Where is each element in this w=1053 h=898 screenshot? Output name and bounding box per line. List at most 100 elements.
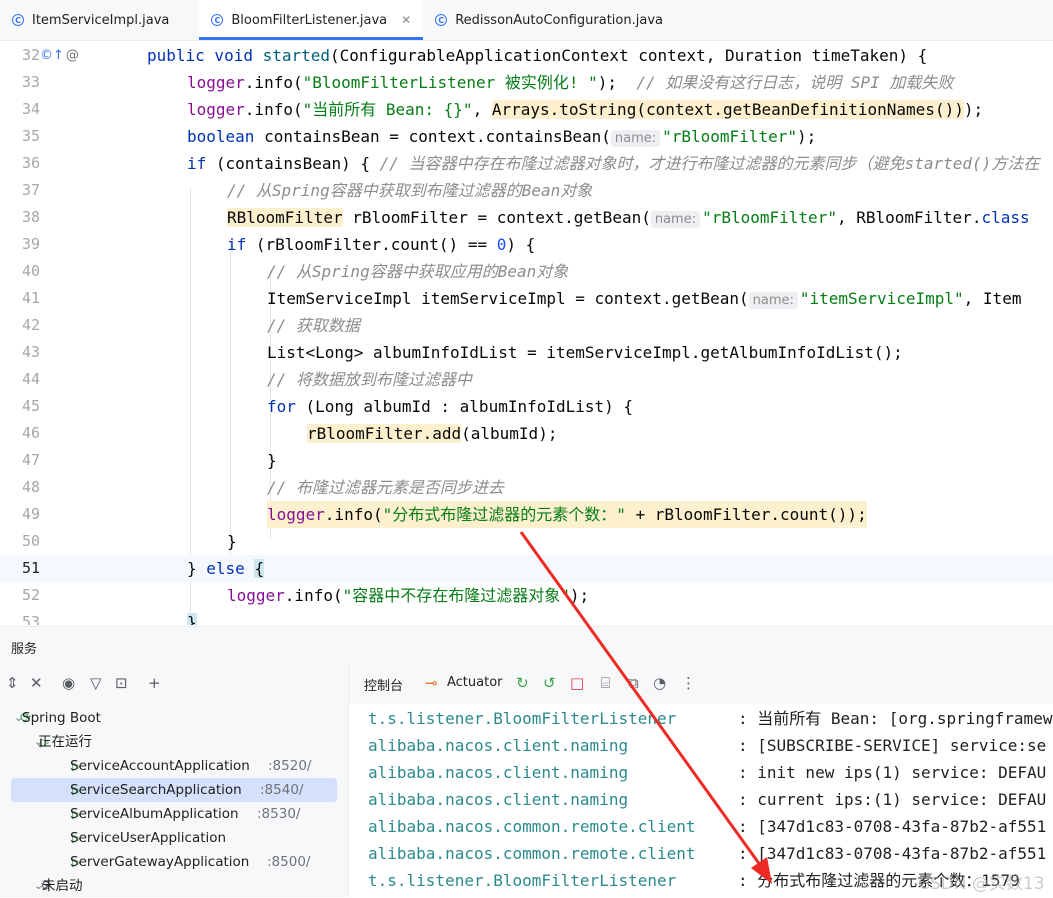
line-number: 50 — [21, 532, 40, 550]
parameter-hint: name: — [748, 292, 798, 309]
stop-icon[interactable]: □ — [570, 674, 584, 692]
app-port-link[interactable]: :8520/ — [268, 754, 311, 778]
code-token: .info( — [244, 73, 303, 92]
line-number: 34 — [21, 100, 40, 118]
code-line: 40 // 从Spring容器中获取应用的Bean对象 — [0, 258, 1053, 285]
highlighted-code: rBloomFilter.add — [307, 424, 462, 443]
log-message: : [347d1c83-0708-43fa-87b2-af551 — [738, 817, 1047, 836]
line-number: 44 — [21, 370, 40, 388]
implementation-icon[interactable]: ©↑ — [40, 48, 64, 63]
filter-icon[interactable]: ▽ — [90, 674, 102, 692]
more-options-icon[interactable]: ⋮ — [681, 674, 696, 692]
dashboard-icon[interactable]: ◔ — [653, 674, 666, 692]
log-message: : [347d1c83-0708-43fa-87b2-af551 — [738, 844, 1047, 863]
code-token: logger — [227, 586, 285, 605]
override-gutter-icons[interactable]: ©↑ @ — [40, 42, 79, 69]
line-number: 41 — [21, 289, 40, 307]
code-token: class — [981, 208, 1030, 227]
code-token: List<Long> albumInfoIdList = itemService… — [267, 343, 903, 362]
tree-node-app[interactable]: ▷ ServerGatewayApplication :8500/ — [0, 850, 348, 874]
code-token: ); — [597, 73, 637, 92]
line-number: 37 — [21, 181, 40, 199]
app-port-link[interactable]: :8530/ — [257, 802, 300, 826]
code-token: ) { — [506, 235, 536, 254]
log-message: : 当前所有 Bean: [org.springframew — [738, 709, 1053, 728]
line-number: 48 — [21, 478, 40, 496]
annotation-icon: @ — [65, 48, 79, 63]
log-message: : current ips:(1) service: DEFAU — [738, 790, 1047, 809]
tab-label: RedissonAutoConfiguration.java — [455, 12, 663, 28]
code-line: 37 // 从Spring容器中获取到布隆过滤器的Bean对象 — [0, 177, 1053, 204]
code-line: 36 if (containsBean) { // 当容器中存在布隆过滤器对象时… — [0, 150, 1053, 177]
code-token: for — [267, 397, 296, 416]
code-line: 34 logger.info("当前所有 Bean: {}", Arrays.t… — [0, 96, 1053, 123]
eye-icon[interactable]: ◉ — [62, 674, 75, 692]
code-token: ); — [796, 127, 817, 146]
code-token: boolean — [187, 127, 255, 146]
console-toolbar: 控制台 ⊸ Actuator ↻ ↺ □ ⌸ ⧉ ◔ ⋮ — [348, 664, 1053, 707]
tab-label: ItemServiceImpl.java — [32, 12, 170, 28]
highlighted-code: RBloomFilter — [227, 208, 343, 227]
code-token: "rBloomFilter" — [702, 208, 837, 227]
code-line: 46 rBloomFilter.add(albumId); — [0, 420, 1053, 447]
code-comment: // 将数据放到布隆过滤器中 — [267, 370, 472, 389]
code-token: containsBean = context.containsBean( — [254, 127, 611, 146]
code-comment: // 从Spring容器中获取应用的Bean对象 — [267, 262, 569, 281]
tree-node-app[interactable]: ▷ ServiceAccountApplication :8520/ — [0, 754, 348, 778]
app-name: ServiceAccountApplication — [70, 758, 250, 774]
tab-bloomfilterlistener[interactable]: C BloomFilterListener.java ✕ — [199, 0, 424, 40]
line-number: 49 — [21, 505, 40, 523]
code-line: 41 ItemServiceImpl itemServiceImpl = con… — [0, 285, 1053, 312]
tree-node-app[interactable]: ▷ ServiceAlbumApplication :8530/ — [0, 802, 348, 826]
matched-brace: } — [187, 613, 197, 625]
code-line: 32 ©↑ @ public void started(Configurable… — [0, 42, 1053, 69]
log-source: t.s.listener.BloomFilterListener — [368, 871, 677, 890]
code-token: .info( — [244, 100, 303, 119]
log-source: alibaba.nacos.common.remote.client — [368, 817, 696, 836]
console-output[interactable]: t.s.listener.BloomFilterListener : 当前所有 … — [348, 704, 1053, 897]
tree-node-not-started[interactable]: ⌄ ⚙ 未启动 — [0, 874, 348, 898]
tree-node-spring-boot[interactable]: ⌄ ⟳ Spring Boot — [0, 706, 348, 730]
app-port-link[interactable]: :8500/ — [267, 850, 310, 874]
close-icon[interactable]: ✕ — [401, 13, 411, 27]
services-tree: ⌄ ⟳ Spring Boot ⌄ ▷ 正在运行 ▷ ServiceAccoun… — [0, 704, 348, 897]
new-group-icon[interactable]: ⊡ — [115, 674, 128, 692]
code-token: public void — [147, 46, 263, 65]
add-icon[interactable]: + — [148, 674, 161, 692]
code-comment: // 获取数据 — [267, 316, 360, 335]
tree-node-app[interactable]: ▷ ServiceUserApplication — [0, 826, 348, 850]
app-port-link[interactable]: :8540/ — [260, 778, 303, 802]
restore-layout-icon[interactable]: ⧉ — [628, 674, 639, 692]
code-editor[interactable]: 32 ©↑ @ public void started(Configurable… — [0, 41, 1053, 625]
log-source: alibaba.nacos.client.naming — [368, 790, 629, 809]
code-token: (containsBean) { — [206, 154, 380, 173]
line-number: 42 — [21, 316, 40, 334]
services-toolbar: ⇕ ✕ ◉ ▽ ⊡ + — [0, 664, 348, 704]
code-token: (rBloomFilter.count() == — [246, 235, 497, 254]
code-token: "分布式布隆过滤器的元素个数：" — [382, 505, 626, 524]
collapse-all-icon[interactable]: ✕ — [30, 674, 43, 692]
tree-node-app-selected[interactable]: ▷ ServiceSearchApplication :8540/ — [0, 778, 348, 802]
tree-node-label: 未启动 — [42, 878, 83, 894]
code-token: .info( — [284, 586, 343, 605]
code-comment: // 如果没有这行日志，说明 SPI 加载失败 — [636, 73, 954, 92]
tab-actuator[interactable]: Actuator — [447, 675, 503, 690]
services-title: 服务 — [11, 642, 38, 657]
tree-node-running[interactable]: ⌄ ▷ 正在运行 — [0, 730, 348, 754]
rerun-icon[interactable]: ↻ — [516, 674, 529, 692]
log-source: alibaba.nacos.client.naming — [368, 736, 629, 755]
log-line: alibaba.nacos.common.remote.client : [34… — [349, 813, 1053, 840]
code-token: } — [187, 559, 207, 578]
line-number: 53 — [21, 613, 40, 625]
update-icon[interactable]: ↺ — [543, 674, 556, 692]
tab-redissonautoconfiguration[interactable]: C RedissonAutoConfiguration.java — [423, 0, 675, 40]
code-token: rBloomFilter = context.getBean( — [342, 208, 651, 227]
expand-all-icon[interactable]: ⇕ — [6, 674, 19, 692]
tab-console[interactable]: 控制台 — [359, 675, 408, 707]
class-icon: C — [435, 14, 448, 26]
line-number: 35 — [21, 127, 40, 145]
tab-itemserviceimpl[interactable]: C ItemServiceImpl.java — [0, 0, 181, 40]
code-token: (Long albumId : albumInfoIdList) { — [295, 397, 634, 416]
camera-icon[interactable]: ⌸ — [601, 674, 610, 692]
